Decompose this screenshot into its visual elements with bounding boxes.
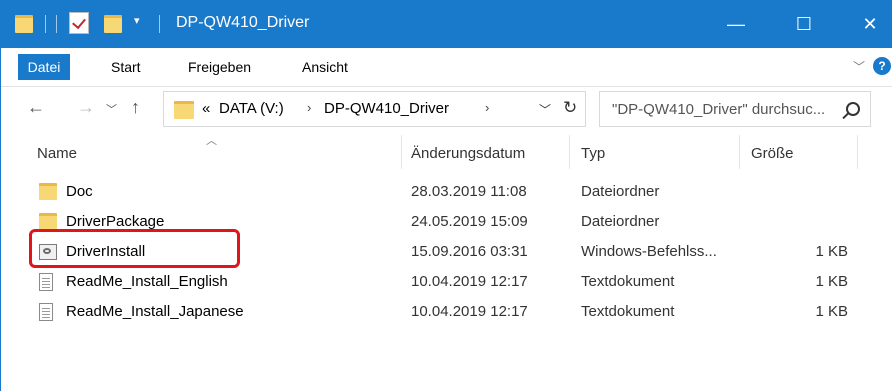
file-type: Textdokument [581,273,675,290]
separator [159,15,160,33]
file-date: 15.09.2016 03:31 [411,243,528,260]
search-box[interactable] [599,91,871,127]
recent-locations-chevron-icon[interactable]: ﹀ [106,101,117,117]
file-row-readme-japanese[interactable]: ReadMe_Install_Japanese 10.04.2019 12:17… [31,297,861,327]
file-type: Textdokument [581,303,675,320]
folder-icon [39,183,57,203]
column-header-type[interactable]: Typ [581,145,605,162]
file-size: 1 KB [815,273,848,290]
file-row-doc[interactable]: Doc 28.03.2019 11:08 Dateiordner [31,177,861,207]
column-divider[interactable] [739,135,740,169]
breadcrumb-overflow[interactable]: « [202,100,210,117]
tab-ansicht[interactable]: Ansicht [302,54,348,80]
up-arrow-icon[interactable]: ↑ [131,97,140,118]
search-icon[interactable] [846,102,860,116]
refresh-icon[interactable]: ↻ [563,98,577,118]
column-header-size[interactable]: Größe [751,145,794,162]
file-name: Doc [66,183,93,200]
breadcrumb-separator-icon[interactable]: › [485,100,489,115]
address-bar[interactable]: « DATA (V:) › DP-QW410_Driver › ﹀ ↻ [163,91,586,127]
text-file-icon [39,273,53,291]
file-date: 24.05.2019 15:09 [411,213,528,230]
file-type: Windows-Befehlss... [581,243,717,260]
column-header-date[interactable]: Änderungsdatum [411,145,525,162]
separator [56,15,57,33]
breadcrumb-folder[interactable]: DP-QW410_Driver [324,100,449,117]
column-header-row: Name Änderungsdatum Typ Größe [1,133,892,173]
highlight-annotation [29,229,240,268]
column-divider[interactable] [569,135,570,169]
separator [45,15,46,33]
search-input[interactable] [612,99,842,119]
file-size: 1 KB [815,243,848,260]
file-date: 10.04.2019 12:17 [411,273,528,290]
tab-datei[interactable]: Datei [18,54,70,80]
maximize-button[interactable]: ☐ [781,0,827,48]
ribbon-tabs: Datei Start Freigeben Ansicht ﹀ ? [1,48,892,87]
window-title: DP-QW410_Driver [176,14,310,31]
explorer-window: ▾ DP-QW410_Driver — ☐ ✕ Datei Start Frei… [0,0,892,391]
address-folder-icon [174,101,194,122]
breadcrumb-drive[interactable]: DATA (V:) [219,100,284,117]
expand-ribbon-chevron-icon[interactable]: ﹀ [853,58,865,75]
breadcrumb-separator-icon[interactable]: › [307,100,311,115]
file-name: ReadMe_Install_English [66,273,228,290]
column-divider[interactable] [857,135,858,169]
column-divider[interactable] [401,135,402,169]
customize-quick-access-icon[interactable]: ▾ [134,14,140,27]
file-name: DriverPackage [66,213,165,230]
file-type: Dateiordner [581,213,660,230]
file-name: ReadMe_Install_Japanese [66,303,244,320]
forward-arrow-icon[interactable]: → [77,97,95,118]
help-icon[interactable]: ? [873,57,891,75]
file-type: Dateiordner [581,183,660,200]
file-date: 10.04.2019 12:17 [411,303,528,320]
title-bar: ▾ DP-QW410_Driver — ☐ ✕ [1,0,892,48]
tab-start[interactable]: Start [111,54,141,80]
file-size: 1 KB [815,303,848,320]
new-folder-quick-access-icon[interactable] [104,12,122,36]
properties-quick-access-icon[interactable] [69,12,89,34]
file-row-readme-english[interactable]: ReadMe_Install_English 10.04.2019 12:17 … [31,267,861,297]
file-date: 28.03.2019 11:08 [411,183,527,200]
column-header-name[interactable]: Name [37,145,77,162]
minimize-button[interactable]: — [713,0,759,48]
window-folder-icon [15,12,33,36]
address-history-chevron-icon[interactable]: ﹀ [539,101,551,118]
back-arrow-icon[interactable]: ← [27,97,45,118]
text-file-icon [39,303,53,321]
close-button[interactable]: ✕ [847,0,892,48]
tab-freigeben[interactable]: Freigeben [188,54,251,80]
navigation-bar: ← → ﹀ ↑ « DATA (V:) › DP-QW410_Driver › … [1,87,892,131]
